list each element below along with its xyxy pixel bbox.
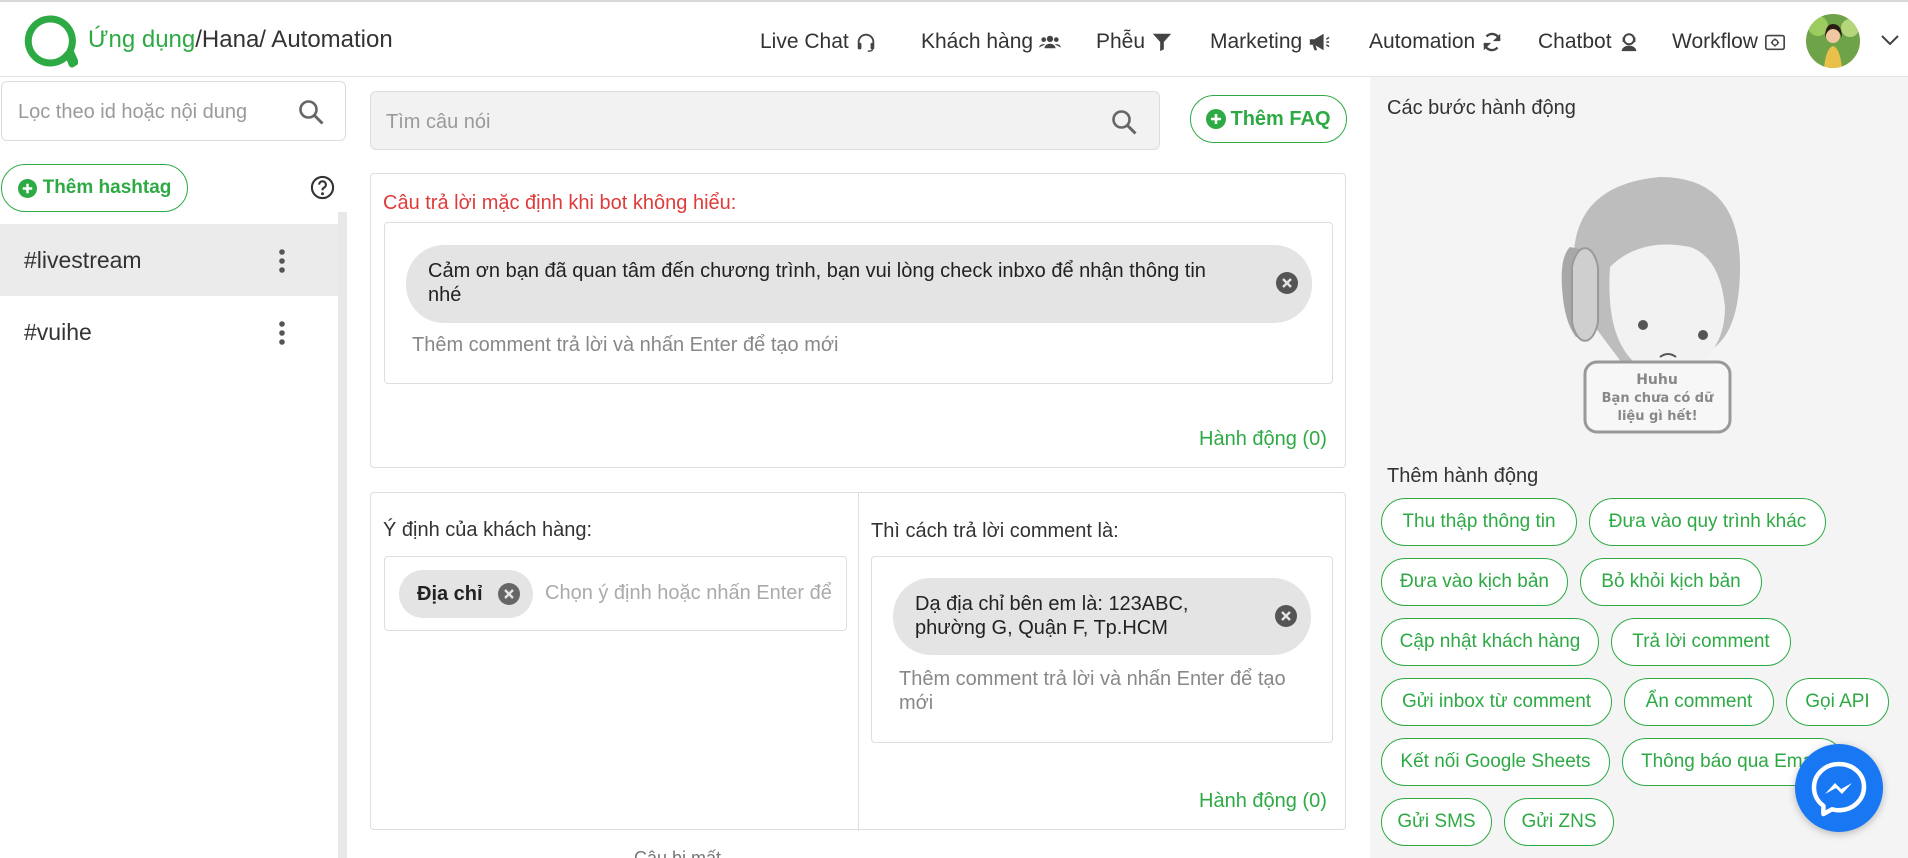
- user-avatar[interactable]: [1806, 14, 1860, 68]
- remove-chip-icon[interactable]: [1274, 604, 1298, 628]
- action-pill[interactable]: Đưa vào kịch bản: [1381, 558, 1568, 606]
- search-icon[interactable]: [1111, 109, 1137, 135]
- reply-chip[interactable]: Dạ địa chỉ bên em là: 123ABC, phường G, …: [893, 578, 1311, 655]
- nav-automation[interactable]: Automation: [1369, 28, 1503, 56]
- action-pill[interactable]: Trả lời comment: [1611, 618, 1791, 666]
- intent-label: Ý định của khách hàng:: [383, 519, 593, 541]
- workflow-icon: [1764, 34, 1785, 51]
- intent-chip-text: Địa chỉ: [417, 583, 483, 605]
- action-pill[interactable]: Gửi inbox từ comment: [1381, 678, 1612, 726]
- add-faq-label: Thêm FAQ: [1230, 107, 1331, 130]
- add-hashtag-label: Thêm hashtag: [42, 177, 172, 198]
- actions-link[interactable]: Hành động (0): [1199, 428, 1327, 451]
- actions-link[interactable]: Hành động (0): [1199, 790, 1327, 813]
- nav-label: Live Chat: [760, 30, 849, 53]
- action-pill[interactable]: Gọi API: [1786, 678, 1889, 726]
- empty-state-message: Bạn chưa có dữ liệu gì hết!: [1601, 391, 1714, 424]
- breadcrumb: Ứng dụng/Hana/ Automation: [88, 26, 393, 54]
- nav-chatbot[interactable]: Chatbot: [1538, 28, 1640, 56]
- nav-label: Phễu: [1096, 30, 1146, 53]
- reply-input-hint[interactable]: Thêm comment trả lời và nhấn Enter để tạ…: [412, 333, 838, 357]
- hashtag-list: #livestream #vuihe: [0, 224, 338, 368]
- messenger-chat-button[interactable]: [1795, 744, 1883, 832]
- megaphone-icon: [1310, 33, 1330, 51]
- breadcrumb-path: /Hana/ Automation: [195, 26, 393, 53]
- intent-chip[interactable]: Địa chỉ: [399, 570, 533, 618]
- remove-chip-icon[interactable]: [497, 582, 521, 606]
- hashtag-item[interactable]: #vuihe: [0, 296, 338, 368]
- sidebar-scrollbar[interactable]: [338, 212, 347, 858]
- reply-label: Thì cách trả lời comment là:: [871, 520, 1119, 542]
- chevron-down-icon[interactable]: [1880, 32, 1900, 48]
- hashtag-filter: [1, 81, 346, 141]
- more-vertical-icon[interactable]: [272, 248, 292, 274]
- intent-input-placeholder[interactable]: Chọn ý định hoặc nhấn Enter để tạo mới: [545, 582, 837, 605]
- nav-label: Workflow: [1672, 30, 1758, 53]
- breadcrumb-app-link[interactable]: Ứng dụng: [88, 26, 195, 53]
- plus-circle-icon: [1206, 109, 1227, 129]
- funnel-icon: [1152, 33, 1172, 52]
- nav-label: Chatbot: [1538, 30, 1612, 53]
- intent-reply-card: Ý định của khách hàng: Địa chỉ Chọn ý đị…: [370, 492, 1346, 831]
- phrase-search: [370, 91, 1160, 150]
- action-pill[interactable]: Đưa vào quy trình khác: [1589, 498, 1826, 546]
- hashtag-label: #livestream: [24, 246, 142, 273]
- bot-icon: [1621, 33, 1636, 52]
- cut-off-label: Câu bị mất: [634, 848, 722, 858]
- column-divider: [858, 493, 859, 831]
- headset-icon: [857, 33, 874, 52]
- intent-select[interactable]: Địa chỉ Chọn ý định hoặc nhấn Enter để t…: [384, 556, 847, 631]
- nav-label: Khách hàng: [921, 30, 1034, 53]
- reply-chip-text: Cảm ơn bạn đã quan tâm đến chương trình,…: [428, 260, 1206, 306]
- app-logo-icon[interactable]: [22, 14, 78, 68]
- reply-chip-text: Dạ địa chỉ bên em là: 123ABC, phường G, …: [915, 593, 1189, 639]
- default-reply-title: Câu trả lời mặc định khi bot không hiểu:: [383, 192, 737, 214]
- search-icon[interactable]: [298, 99, 324, 125]
- nav-label: Automation: [1369, 30, 1476, 53]
- top-header: Ứng dụng/Hana/ Automation Live Chat Khác…: [0, 0, 1908, 77]
- action-pill[interactable]: Bỏ khỏi kịch bản: [1580, 558, 1762, 606]
- add-faq-button[interactable]: Thêm FAQ: [1190, 95, 1347, 143]
- intent-reply-box: Dạ địa chỉ bên em là: 123ABC, phường G, …: [871, 556, 1333, 743]
- plus-circle-icon: [17, 178, 37, 198]
- action-pill[interactable]: Gửi SMS: [1381, 798, 1492, 846]
- nav-funnel[interactable]: Phễu: [1096, 28, 1173, 56]
- nav-workflow[interactable]: Workflow: [1672, 28, 1786, 56]
- users-icon: [1039, 35, 1062, 49]
- sync-icon: [1483, 32, 1501, 52]
- hashtag-label: #vuihe: [24, 318, 92, 345]
- nav-customers[interactable]: Khách hàng: [921, 28, 1062, 56]
- hashtag-item[interactable]: #livestream: [0, 224, 338, 296]
- hashtag-filter-input[interactable]: [18, 98, 288, 126]
- add-hashtag-button[interactable]: Thêm hashtag: [1, 164, 188, 212]
- steps-title: Các bước hành động: [1387, 97, 1576, 119]
- empty-state-title: Huhu: [1636, 372, 1678, 388]
- action-pill[interactable]: Cập nhật khách hàng: [1381, 618, 1599, 666]
- nav-marketing[interactable]: Marketing: [1210, 28, 1330, 56]
- messenger-icon: [1811, 761, 1867, 817]
- nav-label: Marketing: [1210, 30, 1303, 53]
- reply-input-hint[interactable]: Thêm comment trả lời và nhấn Enter để tạ…: [899, 667, 1319, 715]
- more-vertical-icon[interactable]: [272, 320, 292, 346]
- help-icon[interactable]: [310, 175, 335, 200]
- action-pill[interactable]: Gửi ZNS: [1504, 798, 1614, 846]
- add-action-title: Thêm hành động: [1387, 465, 1539, 487]
- nav-live-chat[interactable]: Live Chat: [760, 28, 877, 56]
- action-pill[interactable]: Kết nối Google Sheets: [1381, 738, 1610, 786]
- empty-state-illustration: Huhu Bạn chưa có dữ liệu gì hết!: [1520, 137, 1760, 437]
- reply-chip[interactable]: Cảm ơn bạn đã quan tâm đến chương trình,…: [406, 245, 1312, 323]
- default-reply-box: Cảm ơn bạn đã quan tâm đến chương trình,…: [384, 222, 1333, 384]
- action-pill[interactable]: Thu thập thông tin: [1381, 498, 1577, 546]
- phrase-search-input[interactable]: [386, 108, 1086, 136]
- remove-chip-icon[interactable]: [1275, 271, 1299, 295]
- action-steps-panel: Các bước hành động Huhu Bạn chưa có dữ l…: [1370, 77, 1908, 858]
- default-reply-card: Câu trả lời mặc định khi bot không hiểu:…: [370, 173, 1346, 468]
- action-pill[interactable]: Ẩn comment: [1624, 678, 1774, 726]
